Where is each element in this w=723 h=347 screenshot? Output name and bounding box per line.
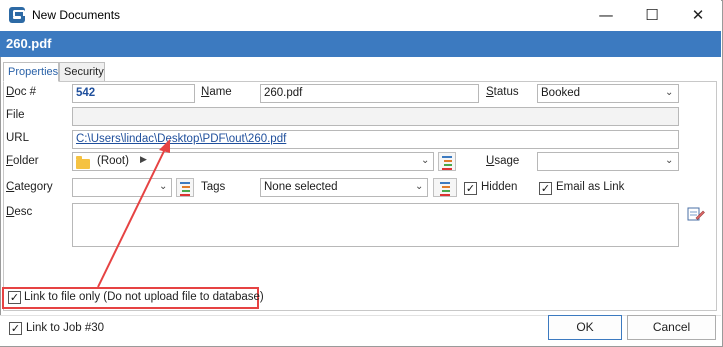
cancel-button[interactable]: Cancel <box>627 315 716 340</box>
link-to-job-checkbox[interactable]: ✓ <box>9 322 22 335</box>
link-to-job-label: Link to Job #30 <box>26 322 105 334</box>
link-file-only-checkbox[interactable]: ✓ <box>8 291 21 304</box>
ok-button[interactable]: OK <box>548 315 622 340</box>
link-file-only-label: Link to file only (Do not upload file to… <box>24 291 264 303</box>
tab-properties[interactable]: Properties <box>3 62 59 82</box>
